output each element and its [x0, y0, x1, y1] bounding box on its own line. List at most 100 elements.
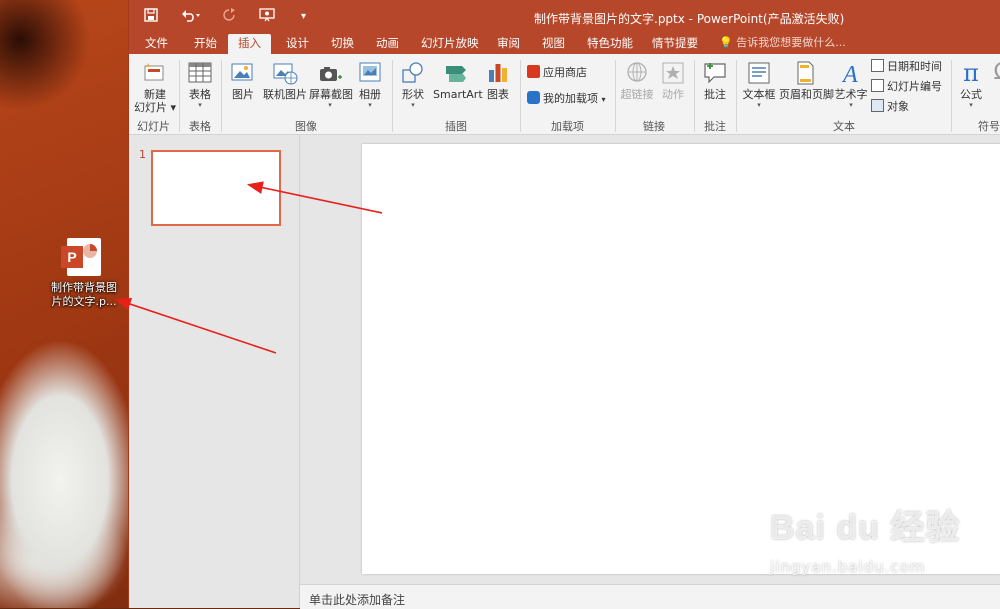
group-label-text: 文本	[833, 120, 855, 133]
svg-text:A: A	[841, 62, 858, 86]
tab-view[interactable]: 视图	[540, 34, 567, 54]
tab-file[interactable]: 文件	[143, 34, 170, 54]
wordart-icon: A	[838, 60, 864, 88]
online-picture-icon	[272, 60, 298, 86]
object-icon	[871, 99, 884, 112]
tab-featured[interactable]: 特色功能	[585, 34, 635, 54]
group-label-images: 图像	[295, 120, 317, 133]
screenshot-button[interactable]: 屏幕截图 ▾	[309, 60, 353, 109]
store-icon	[527, 65, 540, 78]
slide-thumbnail-pane: 1	[129, 135, 300, 608]
ribbon-insert: 新建 幻灯片 ▾ 幻灯片 表格 ▾ 表格 图片 联机图片 屏幕截图 ▾ 相册 ▾…	[129, 54, 1000, 135]
window-title: 制作带背景图片的文字.pptx - PowerPoint(产品激活失败)	[534, 12, 845, 26]
chart-label: 图表	[487, 88, 509, 101]
tab-design[interactable]: 设计	[284, 34, 311, 54]
screenshot-icon	[317, 60, 343, 86]
comment-icon	[702, 60, 728, 86]
lightbulb-icon: 💡	[719, 36, 733, 49]
tab-insert[interactable]: 插入	[228, 34, 271, 55]
comment-label: 批注	[704, 88, 726, 101]
ribbon-tabs: 文件 开始 插入 设计 切换 动画 幻灯片放映 审阅 视图 特色功能 情节提要 …	[129, 34, 1000, 55]
hyperlink-button[interactable]: 超链接	[620, 60, 654, 101]
group-label-illustrations: 插图	[445, 120, 467, 133]
album-label: 相册	[359, 88, 381, 101]
my-addins-icon	[527, 91, 540, 104]
picture-icon	[230, 60, 256, 86]
my-addins-button[interactable]: 我的加载项 ▾	[527, 90, 606, 108]
tab-home[interactable]: 开始	[192, 34, 219, 54]
group-label-addins: 加载项	[551, 120, 584, 133]
textbox-label: 文本框	[742, 88, 776, 101]
group-label-slides: 幻灯片	[137, 120, 170, 133]
group-label-links: 链接	[643, 120, 665, 133]
equation-label: 公式	[960, 88, 982, 101]
action-label: 动作	[662, 88, 684, 101]
hyperlink-icon	[624, 60, 650, 86]
notes-pane[interactable]: 单击此处添加备注	[300, 584, 1000, 609]
new-slide-icon	[142, 60, 168, 86]
header-footer-label: 页眉和页脚	[779, 88, 834, 101]
hyperlink-label: 超链接	[620, 88, 654, 101]
tell-me-text: 告诉我您想要做什么...	[736, 36, 846, 49]
slide-canvas[interactable]	[362, 144, 1000, 574]
tell-me-search[interactable]: 💡 告诉我您想要做什么...	[719, 34, 846, 54]
smartart-icon	[443, 60, 469, 86]
tab-review[interactable]: 审阅	[495, 34, 522, 54]
pptx-file-icon: P	[61, 238, 101, 276]
title-bar: ▾ 制作带背景图片的文字.pptx - PowerPoint(产品激活失败)	[129, 0, 1000, 34]
symbol-button[interactable]: Ω	[989, 60, 1000, 88]
save-icon[interactable]	[144, 8, 158, 26]
textbox-button[interactable]: 文本框 ▾	[742, 60, 776, 109]
album-icon	[357, 60, 383, 86]
notes-placeholder: 单击此处添加备注	[309, 593, 406, 607]
desktop-file-label-line1: 制作带背景图	[51, 281, 117, 294]
online-picture-label: 联机图片	[263, 88, 307, 101]
group-label-symbols: 符号	[978, 120, 1000, 133]
shapes-label: 形状	[402, 88, 424, 101]
shapes-button[interactable]: 形状 ▾	[398, 60, 428, 109]
redo-icon[interactable]	[222, 8, 236, 26]
group-label-comments: 批注	[704, 120, 726, 133]
smartart-button[interactable]: SmartArt	[433, 60, 483, 101]
shapes-icon	[400, 60, 426, 86]
equation-button[interactable]: π 公式 ▾	[957, 60, 985, 109]
album-button[interactable]: 相册 ▾	[355, 60, 385, 109]
textbox-icon	[746, 60, 772, 86]
comment-button[interactable]: 批注	[700, 60, 730, 101]
powerpoint-window: ▾ 制作带背景图片的文字.pptx - PowerPoint(产品激活失败) 文…	[128, 0, 1000, 609]
tab-transitions[interactable]: 切换	[329, 34, 356, 54]
group-label-table: 表格	[189, 120, 211, 133]
new-slide-label-2: 幻灯片 ▾	[134, 101, 177, 114]
screenshot-label: 屏幕截图	[309, 88, 353, 101]
table-button[interactable]: 表格 ▾	[185, 60, 215, 109]
desktop-file-label-line2: 片的文字.p...	[51, 295, 117, 308]
online-picture-button[interactable]: 联机图片	[263, 60, 307, 101]
new-slide-button[interactable]: 新建 幻灯片 ▾	[134, 60, 176, 114]
customize-qat-icon[interactable]: ▾	[301, 8, 306, 26]
chart-button[interactable]: 图表	[483, 60, 513, 101]
undo-icon[interactable]	[181, 8, 201, 26]
desktop-pptx-file[interactable]: P 制作带背景图 片的文字.p...	[44, 238, 124, 309]
wordart-button[interactable]: A 艺术字 ▾	[834, 60, 868, 109]
new-slide-label-1: 新建	[144, 88, 166, 101]
store-button[interactable]: 应用商店	[527, 64, 587, 82]
tab-storyboard[interactable]: 情节提要	[650, 34, 700, 54]
action-button[interactable]: 动作	[659, 60, 687, 101]
slide-number-button[interactable]: 幻灯片编号	[871, 78, 942, 96]
omega-icon: Ω	[989, 60, 1000, 86]
calendar-icon	[871, 59, 884, 72]
smartart-label: SmartArt	[433, 88, 483, 101]
tab-slideshow[interactable]: 幻灯片放映	[419, 34, 481, 54]
table-label: 表格	[189, 88, 211, 101]
tab-animations[interactable]: 动画	[374, 34, 401, 54]
slideshow-from-start-icon[interactable]	[259, 8, 277, 26]
object-button[interactable]: 对象	[871, 98, 909, 116]
slide-number-indicator: 1	[139, 148, 146, 161]
slide-thumbnail[interactable]	[151, 150, 281, 226]
picture-label: 图片	[232, 88, 254, 101]
pi-icon: π	[963, 59, 979, 87]
slide-number-icon	[871, 79, 884, 92]
header-footer-button[interactable]: 页眉和页脚	[779, 60, 834, 101]
date-time-button[interactable]: 日期和时间	[871, 58, 942, 76]
picture-button[interactable]: 图片	[228, 60, 258, 101]
